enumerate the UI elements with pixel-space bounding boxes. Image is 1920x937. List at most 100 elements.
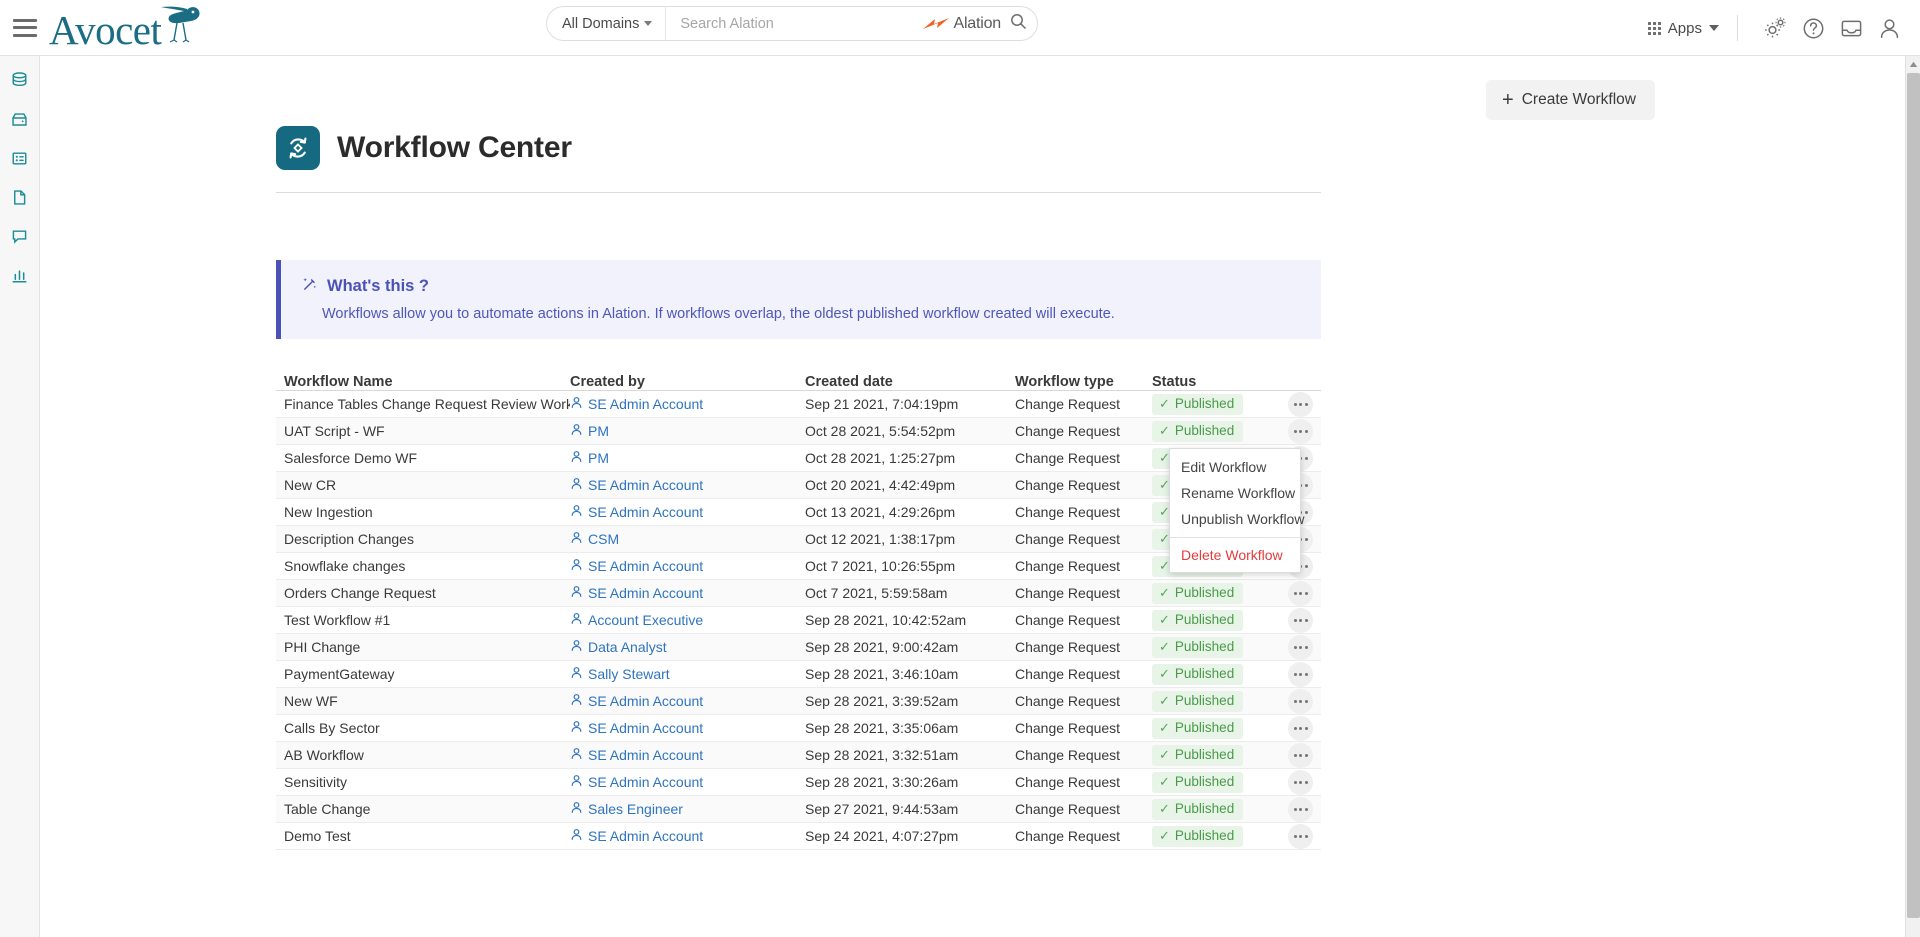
status-badge-label: Published xyxy=(1174,693,1235,708)
cell-workflow-name[interactable]: Finance Tables Change Request Review Wor… xyxy=(276,396,570,412)
table-row[interactable]: Demo Test SE Admin Account Sep 24 2021, 4:… xyxy=(276,823,1321,850)
search-icon[interactable] xyxy=(1010,13,1027,35)
hamburger-menu-icon[interactable] xyxy=(13,18,37,37)
cell-workflow-name[interactable]: AB Workflow xyxy=(276,747,570,763)
column-header-status[interactable]: Status xyxy=(1152,374,1280,390)
cell-workflow-name[interactable]: Demo Test xyxy=(276,828,570,844)
apps-button[interactable]: Apps xyxy=(1647,20,1737,37)
cell-workflow-name[interactable]: Table Change xyxy=(276,801,570,817)
cell-workflow-name[interactable]: Snowflake changes xyxy=(276,558,570,574)
menu-item-rename-workflow[interactable]: Rename Workflow xyxy=(1170,480,1300,506)
scrollbar-thumb[interactable] xyxy=(1907,73,1920,918)
table-row[interactable]: Salesforce Demo WF PM Oct 28 2021, 1:25:27… xyxy=(276,445,1321,472)
column-header-created-date[interactable]: Created date xyxy=(805,374,1015,390)
sidebar-item-catalog-sets[interactable] xyxy=(5,107,35,137)
created-by-link[interactable]: SE Admin Account xyxy=(588,504,703,520)
kebab-menu-icon[interactable] xyxy=(1288,769,1313,795)
sidebar-item-articles[interactable] xyxy=(5,185,35,215)
sidebar-item-analytics[interactable] xyxy=(5,263,35,293)
cell-created-by: PM xyxy=(570,423,805,439)
menu-item-edit-workflow[interactable]: Edit Workflow xyxy=(1170,454,1300,480)
table-row[interactable]: Calls By Sector SE Admin Account Sep 28 20… xyxy=(276,715,1321,742)
page-title: Workflow Center xyxy=(337,131,572,164)
kebab-menu-icon[interactable] xyxy=(1288,823,1313,849)
table-row[interactable]: New WF SE Admin Account Sep 28 2021, 3:39:… xyxy=(276,688,1321,715)
created-by-link[interactable]: SE Admin Account xyxy=(588,396,703,412)
user-avatar-icon xyxy=(570,423,583,439)
cell-workflow-name[interactable]: Description Changes xyxy=(276,531,570,547)
cell-workflow-name[interactable]: UAT Script - WF xyxy=(276,423,570,439)
table-row[interactable]: AB Workflow SE Admin Account Sep 28 2021, … xyxy=(276,742,1321,769)
kebab-menu-icon[interactable] xyxy=(1288,661,1313,687)
domain-selector[interactable]: All Domains xyxy=(547,7,667,40)
cell-workflow-name[interactable]: Test Workflow #1 xyxy=(276,612,570,628)
sidebar-item-queries[interactable] xyxy=(5,146,35,176)
table-row[interactable]: New CR SE Admin Account Oct 20 2021, 4:42:… xyxy=(276,472,1321,499)
created-by-link[interactable]: Data Analyst xyxy=(588,639,667,655)
sidebar-item-conversations[interactable] xyxy=(5,224,35,254)
table-row[interactable]: UAT Script - WF PM Oct 28 2021, 5:54:52pm C… xyxy=(276,418,1321,445)
created-by-link[interactable]: SE Admin Account xyxy=(588,774,703,790)
created-by-link[interactable]: Account Executive xyxy=(588,612,703,628)
kebab-menu-icon[interactable] xyxy=(1288,742,1313,768)
help-circle-icon[interactable] xyxy=(1796,11,1830,45)
kebab-menu-icon[interactable] xyxy=(1288,688,1313,714)
sidebar-item-data-sources[interactable] xyxy=(5,68,35,98)
cell-workflow-name[interactable]: PaymentGateway xyxy=(276,666,570,682)
kebab-menu-icon[interactable] xyxy=(1288,418,1313,444)
cell-workflow-name[interactable]: New CR xyxy=(276,477,570,493)
created-by-link[interactable]: PM xyxy=(588,450,609,466)
user-icon[interactable] xyxy=(1872,11,1906,45)
search-input[interactable] xyxy=(666,7,923,40)
created-by-link[interactable]: SE Admin Account xyxy=(588,747,703,763)
create-workflow-button[interactable]: + Create Workflow xyxy=(1486,80,1655,120)
kebab-menu-icon[interactable] xyxy=(1288,580,1313,606)
check-icon: ✓ xyxy=(1159,395,1170,411)
cell-workflow-name[interactable]: PHI Change xyxy=(276,639,570,655)
whats-this-info-box: What's this ? Workflows allow you to aut… xyxy=(276,260,1321,339)
table-row[interactable]: Sensitivity SE Admin Account Sep 28 2021, … xyxy=(276,769,1321,796)
brand-logo[interactable]: Avocet xyxy=(49,5,209,51)
created-by-link[interactable]: SE Admin Account xyxy=(588,828,703,844)
table-row[interactable]: PHI Change Data Analyst Sep 28 2021, 9:00:… xyxy=(276,634,1321,661)
created-by-link[interactable]: PM xyxy=(588,423,609,439)
kebab-menu-icon[interactable] xyxy=(1288,634,1313,660)
menu-item-delete-workflow[interactable]: Delete Workflow xyxy=(1170,542,1300,568)
cell-workflow-name[interactable]: New Ingestion xyxy=(276,504,570,520)
gears-icon[interactable] xyxy=(1758,11,1792,45)
cell-workflow-name[interactable]: Calls By Sector xyxy=(276,720,570,736)
cell-workflow-name[interactable]: Salesforce Demo WF xyxy=(276,450,570,466)
kebab-menu-icon[interactable] xyxy=(1288,715,1313,741)
table-row[interactable]: Test Workflow #1 Account Executive Sep 28 … xyxy=(276,607,1321,634)
table-row[interactable]: Finance Tables Change Request Review Wor… xyxy=(276,391,1321,418)
created-by-link[interactable]: SE Admin Account xyxy=(588,693,703,709)
inbox-icon[interactable] xyxy=(1834,11,1868,45)
created-by-link[interactable]: SE Admin Account xyxy=(588,720,703,736)
column-header-workflow-type[interactable]: Workflow type xyxy=(1015,374,1152,390)
table-row[interactable]: Description Changes CSM Oct 12 2021, 1:38:… xyxy=(276,526,1321,553)
kebab-menu-icon[interactable] xyxy=(1288,796,1313,822)
table-row[interactable]: PaymentGateway Sally Stewart Sep 28 2021, … xyxy=(276,661,1321,688)
created-by-link[interactable]: SE Admin Account xyxy=(588,477,703,493)
created-by-link[interactable]: SE Admin Account xyxy=(588,585,703,601)
created-by-link[interactable]: Sally Stewart xyxy=(588,666,670,682)
cell-workflow-name[interactable]: New WF xyxy=(276,693,570,709)
cell-status: ✓ Published xyxy=(1152,825,1280,847)
kebab-menu-icon[interactable] xyxy=(1288,607,1313,633)
create-workflow-row: + Create Workflow xyxy=(1486,80,1655,120)
cell-workflow-name[interactable]: Orders Change Request xyxy=(276,585,570,601)
table-row[interactable]: Snowflake changes SE Admin Account Oct 7 2… xyxy=(276,553,1321,580)
table-row[interactable]: Orders Change Request SE Admin Account Oct… xyxy=(276,580,1321,607)
table-row[interactable]: New Ingestion SE Admin Account Oct 13 2021… xyxy=(276,499,1321,526)
scrollbar-up-arrow-icon[interactable] xyxy=(1906,56,1920,72)
created-by-link[interactable]: CSM xyxy=(588,531,619,547)
created-by-link[interactable]: SE Admin Account xyxy=(588,558,703,574)
column-header-created-by[interactable]: Created by xyxy=(570,374,805,390)
column-header-workflow-name[interactable]: Workflow Name xyxy=(276,374,570,390)
cell-workflow-name[interactable]: Sensitivity xyxy=(276,774,570,790)
created-by-link[interactable]: Sales Engineer xyxy=(588,801,683,817)
kebab-menu-icon[interactable] xyxy=(1288,391,1313,417)
page-scrollbar[interactable] xyxy=(1905,56,1920,937)
menu-item-unpublish-workflow[interactable]: Unpublish Workflow xyxy=(1170,506,1304,532)
table-row[interactable]: Table Change Sales Engineer Sep 27 2021, 9… xyxy=(276,796,1321,823)
